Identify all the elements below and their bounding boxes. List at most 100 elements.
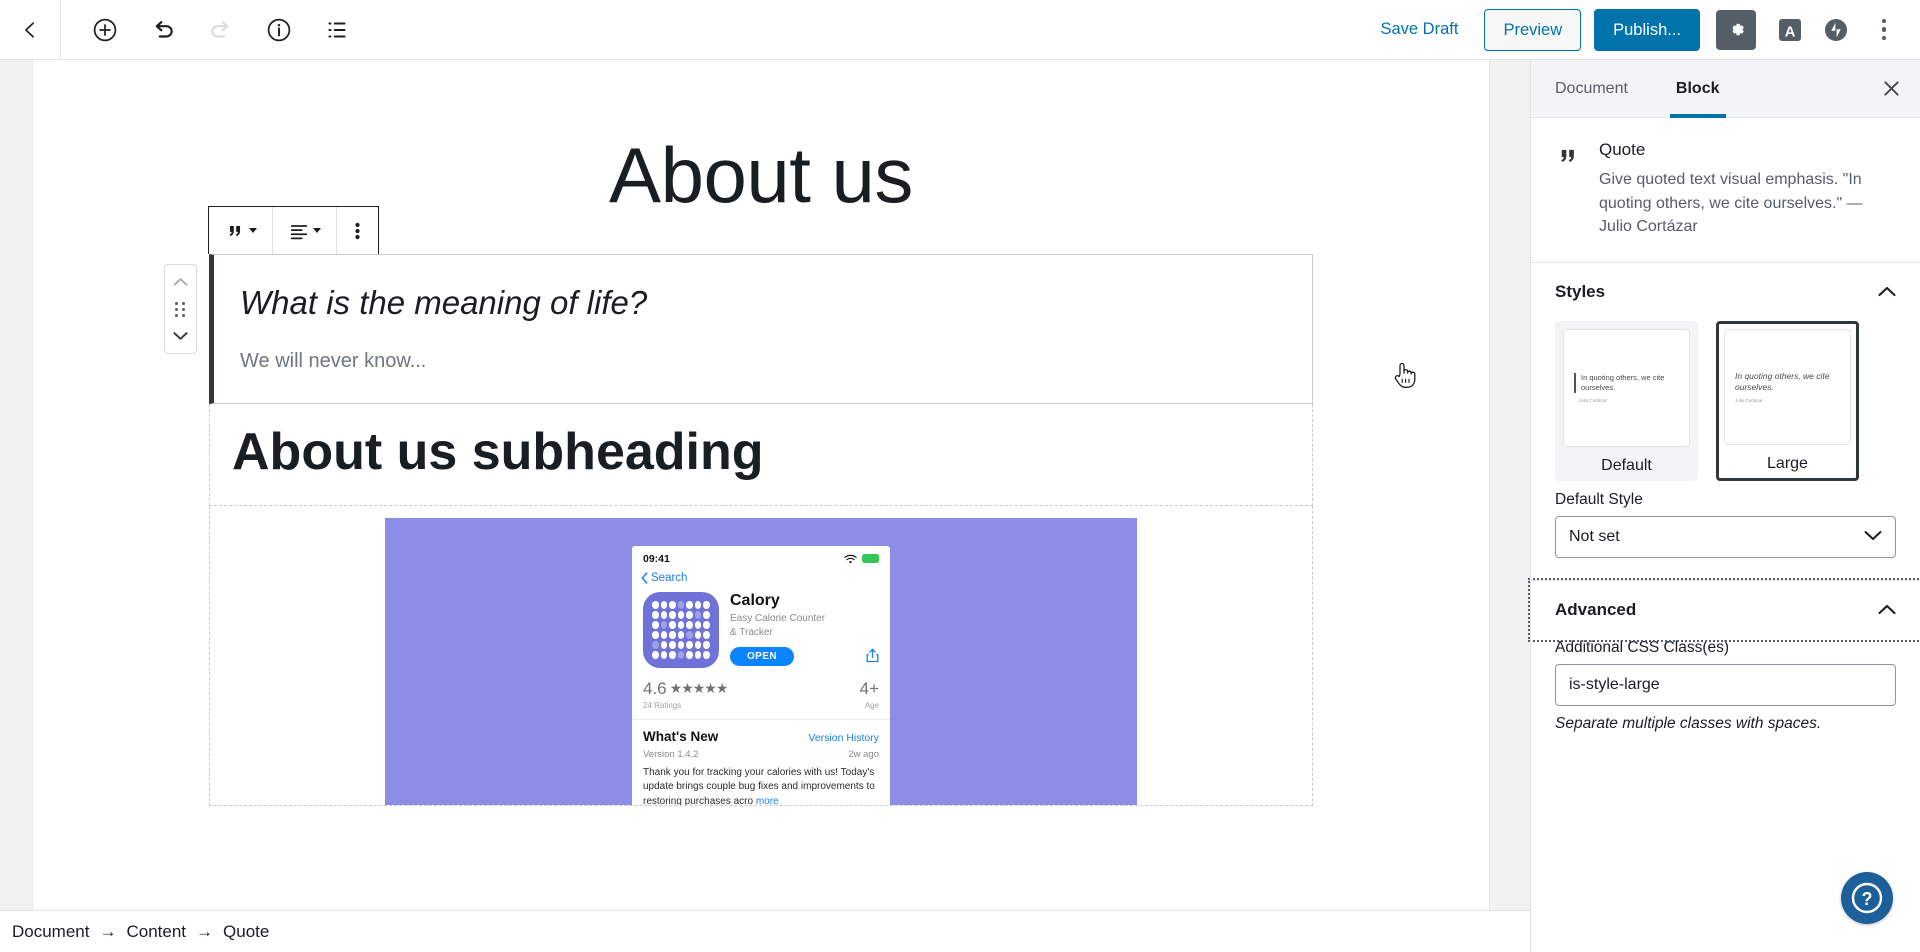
default-style-select[interactable]: Not set bbox=[1555, 515, 1896, 558]
editor-header: Save Draft Preview Publish... A bbox=[0, 0, 1920, 60]
save-draft-button[interactable]: Save Draft bbox=[1368, 14, 1470, 45]
drag-handle-icon[interactable] bbox=[175, 301, 186, 317]
quote-block-wrapper[interactable]: What is the meaning of life? We will nev… bbox=[164, 206, 1313, 404]
breadcrumb: Document → Content → Quote bbox=[0, 910, 1530, 952]
vertical-dots-icon bbox=[355, 222, 360, 239]
settings-sidebar: Document Block Quote Give quoted text vi… bbox=[1528, 60, 1920, 952]
svg-text:A: A bbox=[1785, 23, 1796, 40]
chevron-up-icon bbox=[1878, 287, 1896, 297]
rating-stars: ★★★★★ bbox=[669, 680, 729, 697]
style-option-label-large: Large bbox=[1767, 454, 1808, 472]
post-title[interactable]: About us bbox=[33, 60, 1489, 214]
gear-icon bbox=[1731, 23, 1744, 36]
block-navigation-button[interactable] bbox=[315, 8, 359, 52]
chevron-left-icon bbox=[25, 21, 34, 38]
block-card-description: Give quoted text visual emphasis. "In qu… bbox=[1599, 171, 1863, 235]
version-row: Version 1.4.2 2w ago bbox=[643, 749, 879, 760]
share-icon[interactable] bbox=[866, 648, 879, 666]
status-indicators bbox=[844, 554, 879, 564]
chevron-down-icon bbox=[173, 332, 188, 340]
move-block-down-button[interactable] bbox=[173, 325, 188, 347]
open-app-button[interactable]: OPEN bbox=[730, 647, 794, 667]
header-actions: Save Draft Preview Publish... A bbox=[1368, 8, 1920, 52]
app-icon bbox=[643, 591, 719, 668]
image-block[interactable]: 09:41 Search Calory Easy Calorie Counter… bbox=[209, 505, 1313, 806]
style-option-default[interactable]: In quoting others, we cite ourselves. Ju… bbox=[1555, 320, 1698, 481]
style-preview-quote: In quoting others, we cite ourselves. bbox=[1574, 373, 1679, 393]
breadcrumb-separator: → bbox=[196, 921, 214, 941]
app-subtitle: Easy Calorie Counter & Tracker bbox=[730, 612, 879, 639]
undo-button[interactable] bbox=[141, 8, 185, 52]
default-style-label: Default Style bbox=[1555, 490, 1643, 508]
quote-block[interactable]: What is the meaning of life? We will nev… bbox=[209, 254, 1313, 404]
question-mark-icon: ? bbox=[1851, 882, 1883, 914]
breadcrumb-separator: → bbox=[99, 921, 117, 941]
heading-block[interactable]: About us subheading bbox=[209, 403, 1313, 506]
css-class-input[interactable] bbox=[1555, 663, 1896, 706]
text-align-control[interactable] bbox=[273, 207, 337, 254]
whats-new-header: What's New Version History bbox=[643, 729, 879, 744]
more-options-button[interactable] bbox=[1862, 8, 1906, 52]
app-meta: Calory Easy Calorie Counter & Tracker OP… bbox=[730, 592, 879, 668]
publish-button[interactable]: Publish... bbox=[1594, 8, 1700, 51]
back-to-dashboard-button[interactable] bbox=[0, 0, 60, 59]
svg-text:?: ? bbox=[1862, 889, 1873, 909]
chevron-down-icon bbox=[313, 228, 321, 233]
phone-mockup: 09:41 Search Calory Easy Calorie Counter… bbox=[632, 545, 890, 805]
breadcrumb-item-content[interactable]: Content bbox=[120, 922, 192, 942]
close-sidebar-button[interactable] bbox=[1862, 60, 1920, 117]
breadcrumb-item-document[interactable]: Document bbox=[6, 922, 95, 942]
block-mover bbox=[164, 264, 197, 354]
style-preview-default: In quoting others, we cite ourselves. Ju… bbox=[1563, 328, 1690, 447]
breadcrumb-item-quote[interactable]: Quote bbox=[217, 922, 275, 942]
whats-new-title: What's New bbox=[643, 728, 719, 744]
jetpack-a-button[interactable]: A bbox=[1770, 10, 1810, 50]
undo-icon bbox=[155, 20, 173, 38]
add-block-button[interactable] bbox=[83, 8, 127, 52]
kebab-menu-icon bbox=[1881, 27, 1887, 32]
info-icon bbox=[267, 18, 291, 41]
settings-button[interactable] bbox=[1716, 9, 1756, 50]
block-card-title: Quote bbox=[1599, 140, 1646, 159]
close-icon bbox=[1883, 81, 1899, 96]
quote-text[interactable]: What is the meaning of life? bbox=[240, 281, 1286, 326]
style-options-row: In quoting others, we cite ourselves. Ju… bbox=[1555, 320, 1896, 481]
style-option-large[interactable]: In quoting others, we cite ourselves. Ju… bbox=[1716, 320, 1859, 481]
redo-button[interactable] bbox=[199, 8, 243, 52]
tab-document[interactable]: Document bbox=[1531, 60, 1652, 117]
app-rating-row: 4.6 ★★★★★ 24 Ratings 4+ Age bbox=[632, 668, 890, 720]
battery-icon bbox=[862, 554, 879, 564]
post-content-area: About us What is the meaning of life? We… bbox=[32, 60, 1490, 952]
preview-button[interactable]: Preview bbox=[1484, 8, 1582, 51]
jetpack-button[interactable] bbox=[1816, 10, 1856, 50]
css-class-help: Separate multiple classes with spaces. bbox=[1555, 714, 1822, 732]
rating-block: 4.6 ★★★★★ 24 Ratings bbox=[643, 679, 729, 710]
styles-panel-header[interactable]: Styles bbox=[1531, 263, 1920, 321]
move-block-up-button[interactable] bbox=[173, 271, 188, 293]
tab-block[interactable]: Block bbox=[1652, 60, 1744, 118]
version-history-link[interactable]: Version History bbox=[808, 732, 879, 744]
heading-block-text[interactable]: About us subheading bbox=[232, 423, 1290, 481]
chevron-down-icon bbox=[249, 228, 257, 233]
block-more-options[interactable] bbox=[337, 207, 378, 254]
block-type-switcher[interactable] bbox=[209, 207, 273, 254]
ratings-count: 24 Ratings bbox=[643, 700, 682, 710]
app-subtitle-line2: & Tracker bbox=[730, 626, 773, 638]
phone-back-link[interactable]: Search bbox=[632, 568, 890, 592]
more-link[interactable]: more bbox=[756, 796, 779, 805]
align-text-icon bbox=[290, 224, 308, 239]
quote-icon bbox=[1561, 149, 1574, 162]
advanced-panel-header[interactable]: Advanced bbox=[1528, 577, 1920, 642]
header-tools bbox=[61, 8, 359, 52]
app-subtitle-line1: Easy Calorie Counter bbox=[730, 613, 826, 625]
letter-a-icon: A bbox=[1779, 18, 1801, 41]
sidebar-tabs: Document Block bbox=[1531, 60, 1920, 118]
help-button[interactable]: ? bbox=[1841, 872, 1893, 924]
style-preview-quote: In quoting others, we cite ourselves. bbox=[1735, 370, 1830, 392]
rating-value-row: 4.6 ★★★★★ bbox=[643, 679, 729, 699]
block-navigation-icon bbox=[328, 22, 346, 37]
content-structure-button[interactable] bbox=[257, 8, 301, 52]
quote-citation[interactable]: We will never know... bbox=[240, 350, 1286, 373]
css-class-label: Additional CSS Class(es) bbox=[1555, 638, 1730, 656]
style-preview-cite: Julio Cortázar bbox=[1735, 398, 1763, 403]
